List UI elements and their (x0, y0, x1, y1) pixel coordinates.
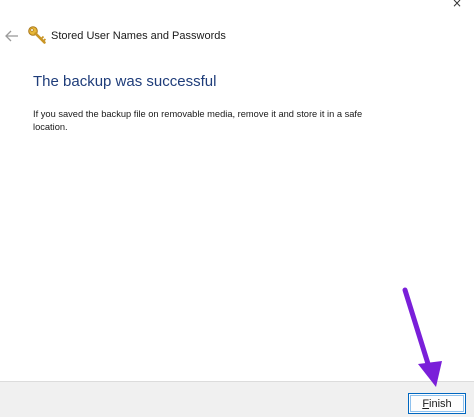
title-bar: × (0, 0, 474, 10)
purple-arrow-icon (402, 287, 442, 387)
window-title: Stored User Names and Passwords (51, 30, 226, 42)
instruction-text: If you saved the backup file on removabl… (33, 109, 363, 132)
close-button[interactable]: × (452, 0, 462, 10)
back-button[interactable] (2, 25, 22, 47)
key-icon (27, 25, 47, 45)
page-heading: The backup was successful (33, 73, 217, 90)
finish-button[interactable]: Finish (408, 393, 466, 414)
back-arrow-icon (5, 30, 18, 42)
finish-button-label: inish (429, 397, 452, 410)
footer-bar (0, 381, 474, 417)
window-header: Stored User Names and Passwords (0, 22, 474, 52)
